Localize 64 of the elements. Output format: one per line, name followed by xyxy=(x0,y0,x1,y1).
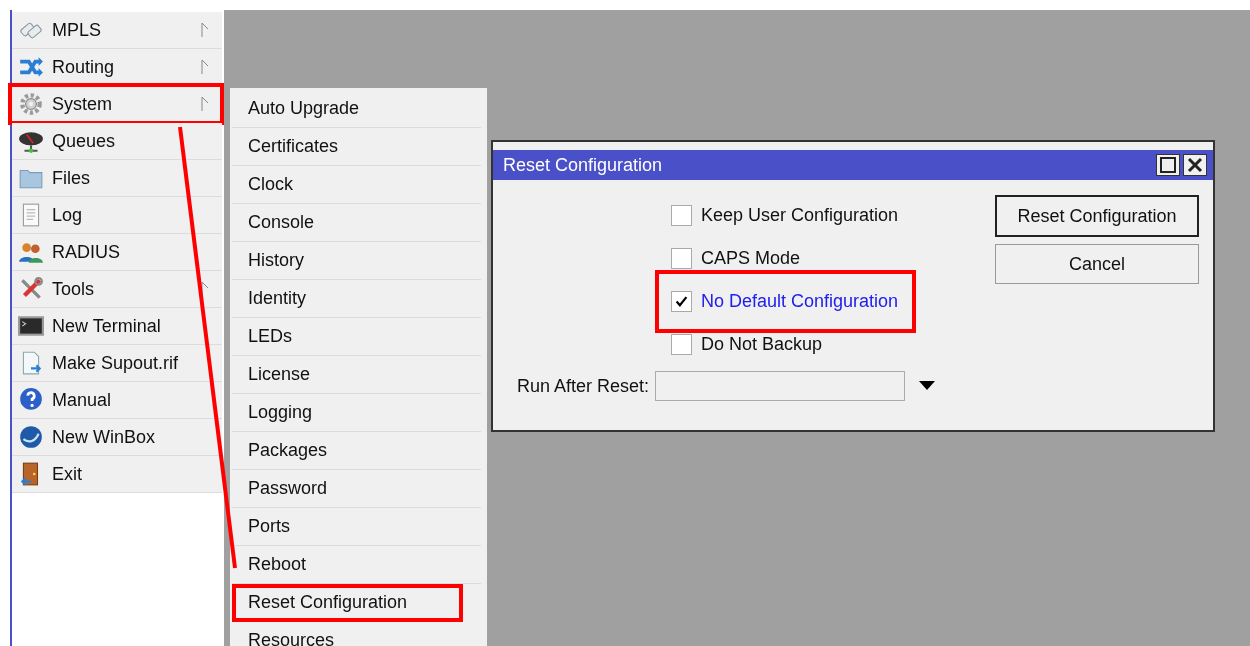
globe-icon xyxy=(18,424,44,450)
gear-icon xyxy=(18,91,44,117)
checkmark-icon xyxy=(675,295,688,308)
submenu-item[interactable]: Logging xyxy=(232,394,481,432)
menu-item[interactable]: Queues xyxy=(12,123,222,160)
submenu-item[interactable]: Reboot xyxy=(232,546,481,584)
menu-item[interactable]: New Terminal xyxy=(12,308,222,345)
submenu-item[interactable]: Certificates xyxy=(232,128,481,166)
dialog-button[interactable]: Cancel xyxy=(995,244,1199,284)
menu-item[interactable]: Manual xyxy=(12,382,222,419)
checkbox-label: No Default Configuration xyxy=(701,291,899,312)
menu-item-label: Tools xyxy=(52,278,96,300)
submenu-item[interactable]: Reset Configuration xyxy=(232,584,463,622)
menu-item-label: Log xyxy=(52,204,84,226)
menu-item[interactable]: Tools xyxy=(12,271,222,308)
submenu-arrow-icon xyxy=(200,22,210,38)
submenu-arrow-icon xyxy=(200,96,210,112)
menu-item-label: RADIUS xyxy=(52,241,121,263)
menu-item-label: New WinBox xyxy=(52,426,157,448)
menu-item-label: MPLS xyxy=(52,19,103,41)
dialog-button[interactable]: Reset Configuration xyxy=(995,195,1199,237)
submenu-item[interactable]: Identity xyxy=(232,280,481,318)
window-title: Reset Configuration xyxy=(503,154,663,176)
checkbox[interactable] xyxy=(671,291,692,312)
run-after-reset-field[interactable] xyxy=(655,371,906,401)
menu-item[interactable]: Files xyxy=(12,160,222,197)
submenu-item[interactable]: Ports xyxy=(232,508,481,546)
close-button[interactable] xyxy=(1183,154,1207,176)
maximize-button[interactable] xyxy=(1156,154,1180,176)
submenu-item[interactable]: Console xyxy=(232,204,481,242)
help-icon xyxy=(18,387,44,413)
submenu-item[interactable]: Password xyxy=(232,470,481,508)
menu-item-label: New Terminal xyxy=(52,315,162,337)
checkbox[interactable] xyxy=(671,248,692,269)
submenu-item[interactable]: Clock xyxy=(232,166,481,204)
field-label: Run After Reset: xyxy=(517,375,650,397)
menu-item[interactable]: RADIUS xyxy=(12,234,222,271)
checkbox[interactable] xyxy=(671,205,692,226)
submenu-item[interactable]: Packages xyxy=(232,432,481,470)
menu-item-label: Routing xyxy=(52,56,116,78)
menu-item-label: Files xyxy=(52,167,91,189)
checkbox-label: CAPS Mode xyxy=(701,248,801,269)
menu-item[interactable]: Exit xyxy=(12,456,222,493)
submenu-item[interactable]: LEDs xyxy=(232,318,481,356)
dropdown-arrow-icon[interactable] xyxy=(919,381,936,391)
menu-item[interactable]: Make Supout.rif xyxy=(12,345,222,382)
submenu-arrow-icon xyxy=(200,59,210,75)
menu-item-label: Make Supout.rif xyxy=(52,352,180,374)
menu-item[interactable]: MPLS xyxy=(12,12,222,49)
menu-item-label: Manual xyxy=(52,389,113,411)
menu-item-label: System xyxy=(52,93,113,115)
checkbox-label: Do Not Backup xyxy=(701,334,823,355)
submenu-item[interactable]: License xyxy=(232,356,481,394)
terminal-icon xyxy=(18,313,44,339)
submenu-item[interactable]: Resources xyxy=(232,622,481,646)
submenu-item[interactable]: History xyxy=(232,242,481,280)
menu-item[interactable]: New WinBox xyxy=(12,419,222,456)
submenu-item[interactable]: Auto Upgrade xyxy=(232,90,481,128)
menu-item[interactable]: Log xyxy=(12,197,222,234)
menu-item-label: Queues xyxy=(52,130,117,152)
menu-item-label: Exit xyxy=(52,463,83,485)
checkbox-label: Keep User Configuration xyxy=(701,205,899,226)
checkbox[interactable] xyxy=(671,334,692,355)
tools-icon xyxy=(18,276,44,302)
